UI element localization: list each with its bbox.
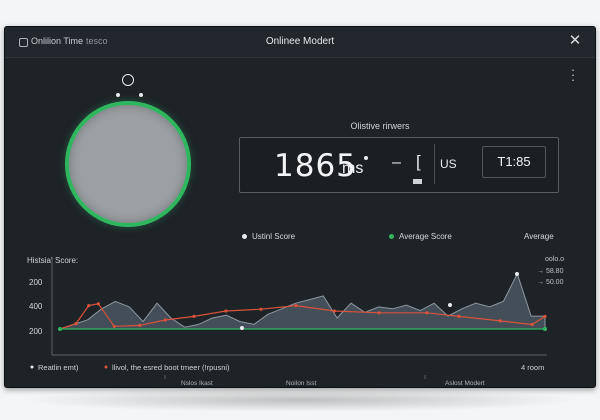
ring-knob-icon[interactable] xyxy=(122,74,134,86)
red-series-point xyxy=(377,311,381,315)
baseline-end-point xyxy=(543,327,547,331)
x-label-3: Aslost Modert xyxy=(445,380,485,387)
score-area xyxy=(59,272,546,330)
red-series-point xyxy=(530,322,534,327)
divider xyxy=(434,144,435,184)
right-label-2: → 58.80 xyxy=(537,268,564,275)
red-series-point xyxy=(87,304,91,308)
right-label-1: oolo.o xyxy=(545,256,564,263)
red-series-point xyxy=(112,324,116,328)
red-series-point xyxy=(138,323,142,327)
x-label-2: Noilon Isst xyxy=(286,380,317,387)
legend-average-score: Average Score xyxy=(389,232,452,241)
red-series-point xyxy=(332,309,336,313)
y-tick-1: 200 xyxy=(29,278,43,287)
range-dash: – xyxy=(392,154,401,171)
red-series-point xyxy=(96,302,100,306)
chart-legend-right: 4 room xyxy=(521,363,544,372)
indicator-dot-left xyxy=(116,93,120,97)
red-series-point xyxy=(163,318,167,322)
right-label-3: → 50.00 xyxy=(537,279,564,286)
red-series-point xyxy=(457,314,461,318)
red-series-point xyxy=(192,314,196,318)
y-tick-3: 200 xyxy=(29,327,43,336)
red-series-point xyxy=(294,304,298,308)
gauge-dial xyxy=(65,101,191,227)
circular-gauge xyxy=(65,101,191,227)
app-window: Onlilion Time tesco Onlinee Modert ✕ · · · … xyxy=(4,26,596,388)
white-point xyxy=(448,303,452,307)
time-field[interactable]: T1:85 xyxy=(482,146,546,178)
readout-panel: 1865 ms – [ US T1:85 xyxy=(239,137,559,193)
white-point-2 xyxy=(240,326,244,330)
chart-legend-white: Reatlin emt) xyxy=(38,363,79,372)
history-chart: Histsial Score: 200 400 200 oolo.o → 58.… xyxy=(27,256,564,387)
legend-average: Average xyxy=(524,232,554,241)
latency-unit: ms xyxy=(342,160,364,177)
x-label-1: Nslos Ikast xyxy=(181,380,213,387)
window-title: Onlinee Modert xyxy=(265,36,335,47)
legend-red-dot xyxy=(104,365,108,369)
chart-legend-red: llivol, the esred boot tmeer (!rpusni) xyxy=(112,363,230,372)
close-icon[interactable]: ✕ xyxy=(567,33,583,49)
kebab-menu-icon[interactable]: · · · xyxy=(569,63,577,86)
legend-ustinl-score: Ustinl Score xyxy=(242,232,295,241)
y-tick-2: 400 xyxy=(29,302,43,311)
cursor-block xyxy=(413,179,422,184)
red-series-point xyxy=(498,319,502,323)
peak-point xyxy=(515,272,519,276)
red-series-point xyxy=(425,311,429,315)
title-bar: Onlilion Time tesco Onlinee Modert ✕ xyxy=(5,27,595,58)
baseline-start-point xyxy=(58,327,62,331)
chart-title: Histsial Score: xyxy=(27,256,78,265)
red-series-point xyxy=(74,322,78,326)
red-series-point xyxy=(543,314,547,318)
window-shadow xyxy=(20,388,580,412)
readout-title: Olistive rirwers xyxy=(350,121,410,131)
bracket-glyph: [ xyxy=(416,152,421,171)
red-series-point xyxy=(259,307,263,311)
legend-white-dot xyxy=(30,365,34,369)
unit-label: US xyxy=(440,157,457,171)
red-series-point xyxy=(224,309,228,313)
status-dot xyxy=(364,156,368,160)
indicator-dot-right xyxy=(139,93,143,97)
